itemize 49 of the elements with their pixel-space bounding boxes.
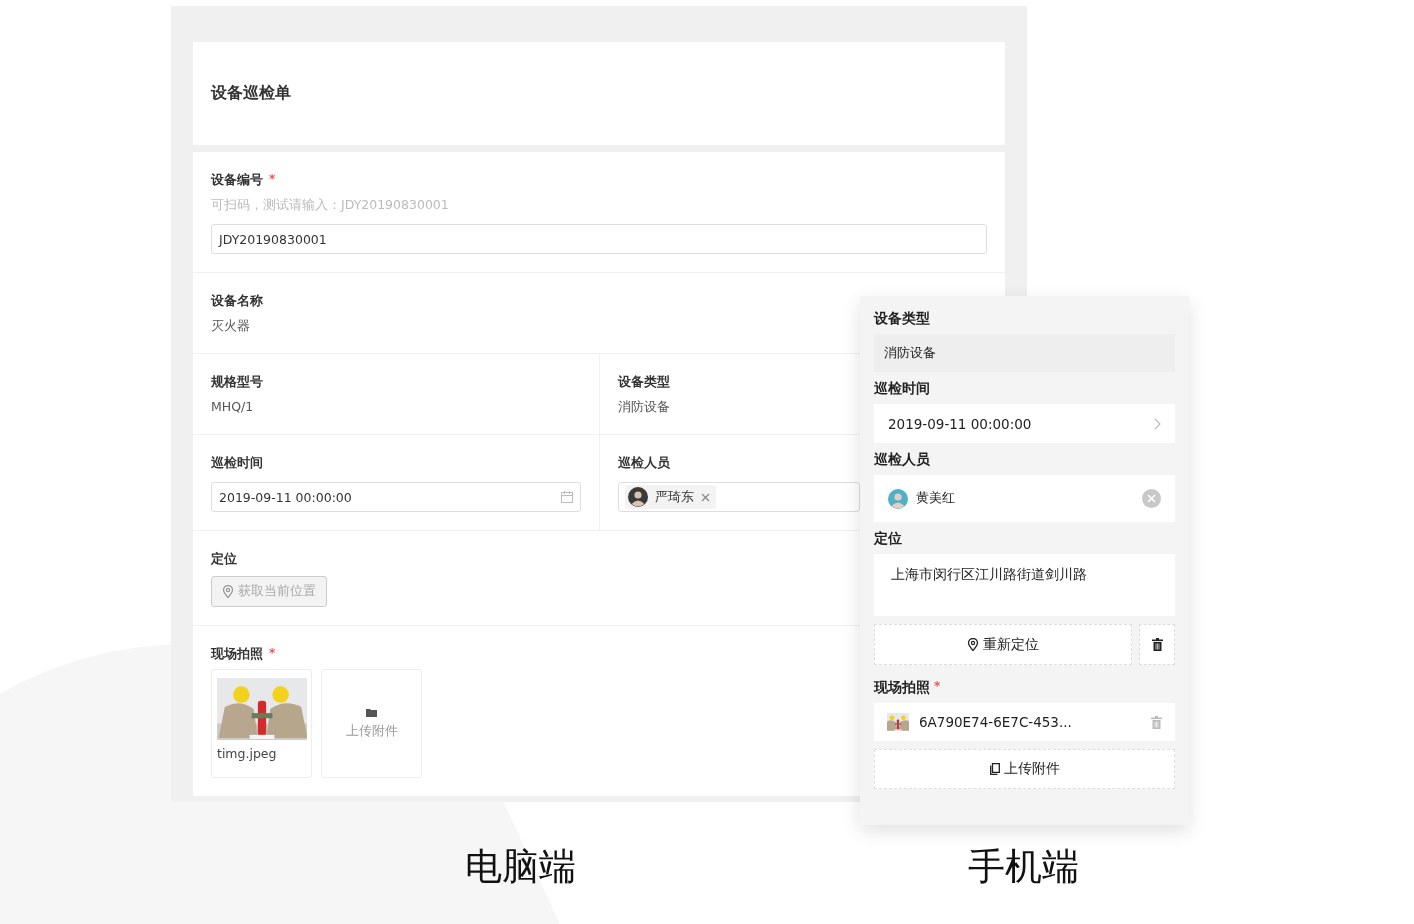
- folder-icon: [366, 707, 377, 717]
- clear-icon[interactable]: [1142, 489, 1161, 508]
- form-title: 设备巡检单: [211, 83, 291, 104]
- file-icon: [989, 763, 1000, 775]
- avatar: [888, 488, 908, 509]
- field-label: 巡检时间: [874, 380, 930, 398]
- field-label: 现场拍照: [211, 646, 263, 663]
- file-item[interactable]: 6A790E74-6E7C-453...: [874, 703, 1175, 741]
- file-name: timg.jpeg: [216, 746, 278, 761]
- field-value: 消防设备: [617, 399, 671, 416]
- close-icon[interactable]: [700, 492, 710, 502]
- readonly-field: 消防设备: [874, 334, 1175, 372]
- member-name: 严琦东: [654, 488, 694, 506]
- member-name: 黄美红: [916, 490, 956, 507]
- field-label: 设备类型: [617, 374, 670, 391]
- date-picker[interactable]: 2019-09-11 00:00:00: [874, 404, 1175, 443]
- field-label: 设备类型: [874, 310, 930, 328]
- field-label: 巡检人员: [874, 451, 930, 469]
- caption: 电脑端: [464, 844, 576, 890]
- field-label: 巡检时间: [211, 455, 263, 472]
- delete-button[interactable]: [1139, 624, 1175, 665]
- relocate-button[interactable]: 重新定位: [874, 624, 1132, 665]
- address-field[interactable]: 上海市闵行区江川路街道剑川路: [874, 554, 1175, 616]
- upload-button[interactable]: 上传附件: [874, 749, 1175, 789]
- field-label: 定位: [874, 530, 902, 548]
- required-mark: *: [934, 679, 941, 695]
- pin-icon: [967, 638, 979, 651]
- file-name: 6A790E74-6E7C-453...: [919, 714, 1073, 730]
- chevron-icon: [1154, 417, 1161, 430]
- required-mark: *: [269, 646, 276, 660]
- field-label: 设备名称: [211, 293, 263, 310]
- field-hint: 可扫码，测试请输入：JDY20190830001: [211, 197, 450, 214]
- caption: 手机端: [967, 844, 1079, 890]
- field-label: 现场拍照: [874, 679, 930, 697]
- required-mark: *: [269, 172, 276, 186]
- image-tile[interactable]: timg.jpeg: [211, 669, 312, 778]
- member-field[interactable]: 黄美红: [874, 475, 1175, 522]
- member-field[interactable]: 严琦东: [617, 482, 860, 512]
- trash-icon[interactable]: [1151, 638, 1163, 651]
- pin-icon: [222, 585, 234, 598]
- date-field[interactable]: 2019-09-11 00:00:00: [211, 482, 581, 512]
- field-label: 巡检人员: [617, 455, 670, 472]
- field-label: 定位: [211, 551, 237, 568]
- field-label: 设备编号: [211, 172, 263, 189]
- avatar: [627, 487, 648, 507]
- field-value: MHQ/1: [211, 399, 255, 414]
- calendar-icon: [560, 491, 573, 503]
- field-label: 规格型号: [211, 374, 263, 391]
- input-field[interactable]: JDY20190830001: [211, 224, 987, 254]
